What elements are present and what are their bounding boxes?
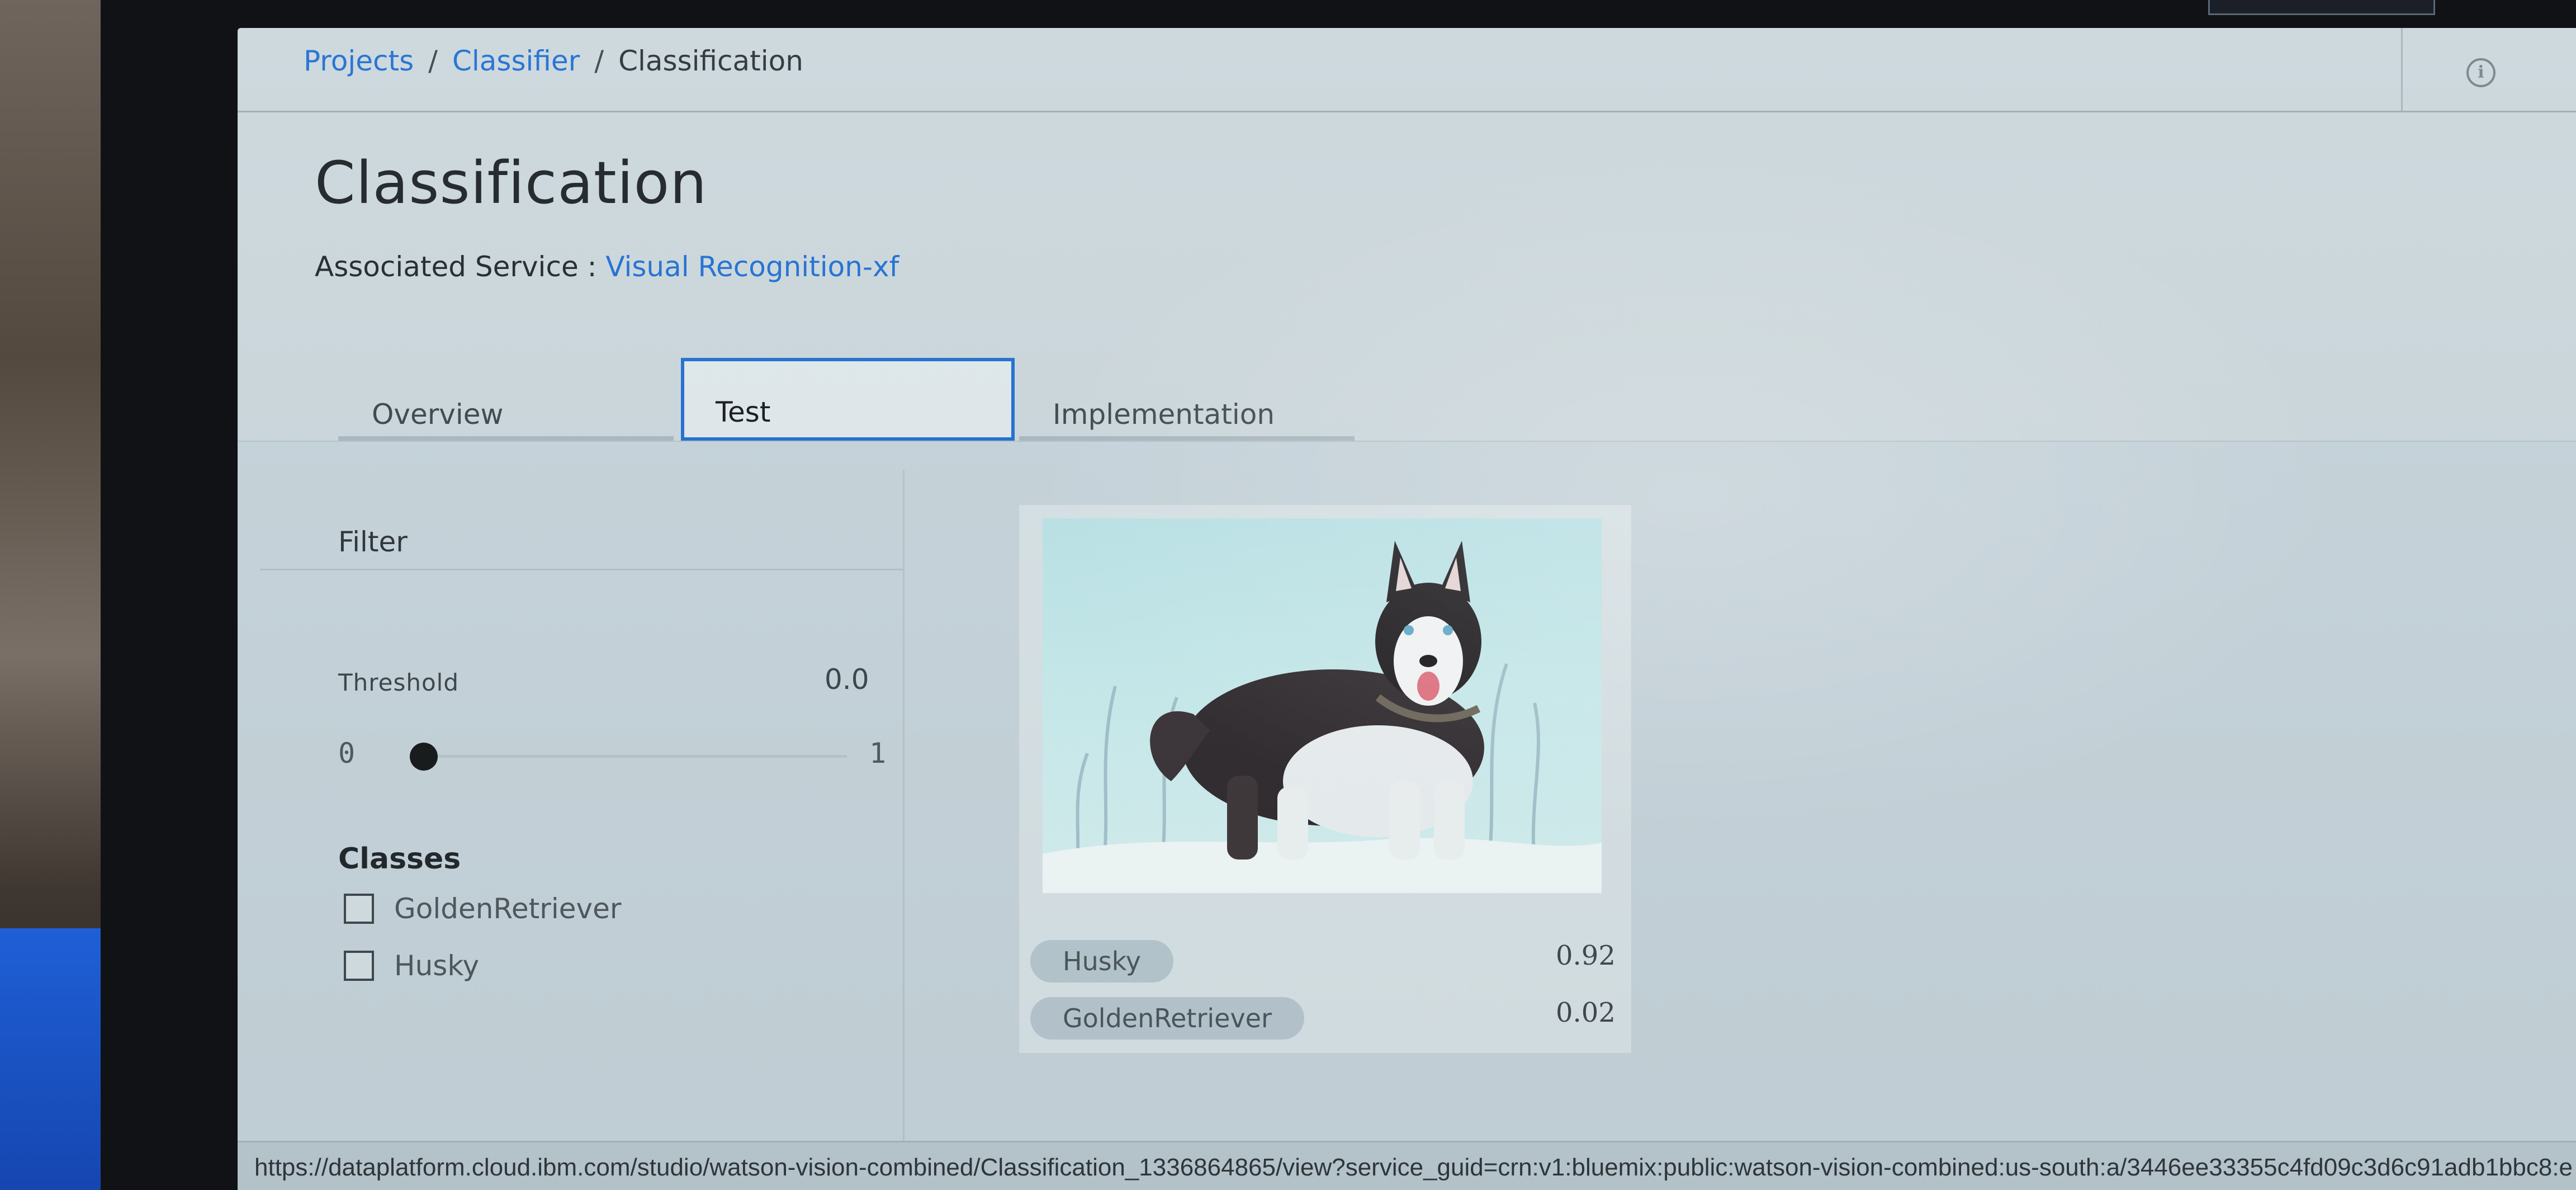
- associated-service-label: Associated Service :: [315, 251, 597, 283]
- tab-implementation[interactable]: Implementation: [1019, 358, 1355, 442]
- threshold-label: Threshold: [338, 669, 459, 696]
- filter-panel: Filter Threshold 0.0 0 1 Classes GoldenR…: [260, 470, 905, 1190]
- page-title: Classification: [315, 149, 708, 217]
- prediction-tag-husky[interactable]: Husky: [1030, 940, 1173, 983]
- bezel-top-element: [2208, 0, 2435, 15]
- breadcrumb: Projects / Classifier / Classification: [304, 45, 803, 77]
- threshold-slider-thumb[interactable]: [410, 743, 438, 771]
- result-card[interactable]: Husky 0.92 GoldenRetriever 0.02: [1017, 503, 1633, 1055]
- photo-scene: Projects / Classifier / Classification i Cla…: [0, 0, 2576, 1190]
- slider-min-label: 0: [338, 737, 356, 769]
- prediction-score: 0.92: [1556, 940, 1616, 971]
- blue-object: [0, 928, 101, 1190]
- slider-max-label: 1: [869, 737, 887, 769]
- classes-label: Classes: [338, 842, 461, 876]
- threshold-slider-track[interactable]: [422, 755, 847, 758]
- class-checkbox[interactable]: [344, 951, 374, 981]
- breadcrumb-current: Classification: [618, 45, 803, 77]
- breadcrumb-projects-link[interactable]: Projects: [304, 45, 414, 77]
- class-checkbox[interactable]: [344, 894, 374, 924]
- breadcrumb-classifier-link[interactable]: Classifier: [452, 45, 580, 77]
- breadcrumb-separator: /: [428, 45, 438, 77]
- husky-image: [1043, 518, 1602, 893]
- threshold-value: 0.0: [825, 663, 869, 696]
- status-url: https://dataplatform.cloud.ibm.com/studi…: [254, 1154, 2573, 1181]
- associated-service-link[interactable]: Visual Recognition-xf: [605, 251, 899, 283]
- status-bar: https://dataplatform.cloud.ibm.com/studi…: [238, 1141, 2576, 1190]
- associated-service: Associated Service : Visual Recognition-…: [315, 251, 899, 283]
- class-label: GoldenRetriever: [394, 892, 622, 925]
- info-button[interactable]: i: [2401, 28, 2576, 111]
- info-icon[interactable]: i: [2466, 58, 2496, 87]
- breadcrumb-separator: /: [594, 45, 604, 77]
- tab-overview[interactable]: Overview: [338, 358, 674, 442]
- class-label: Husky: [394, 950, 480, 982]
- husky-illustration: [1043, 541, 1602, 893]
- browser-screen: Projects / Classifier / Classification i Cla…: [238, 28, 2576, 1190]
- prediction-tag-goldenretriever[interactable]: GoldenRetriever: [1030, 997, 1304, 1040]
- tab-test[interactable]: Test: [681, 358, 1015, 441]
- prediction-score: 0.02: [1556, 997, 1616, 1028]
- filter-title: Filter: [260, 470, 903, 570]
- breadcrumb-bar: Projects / Classifier / Classification i: [238, 28, 2576, 112]
